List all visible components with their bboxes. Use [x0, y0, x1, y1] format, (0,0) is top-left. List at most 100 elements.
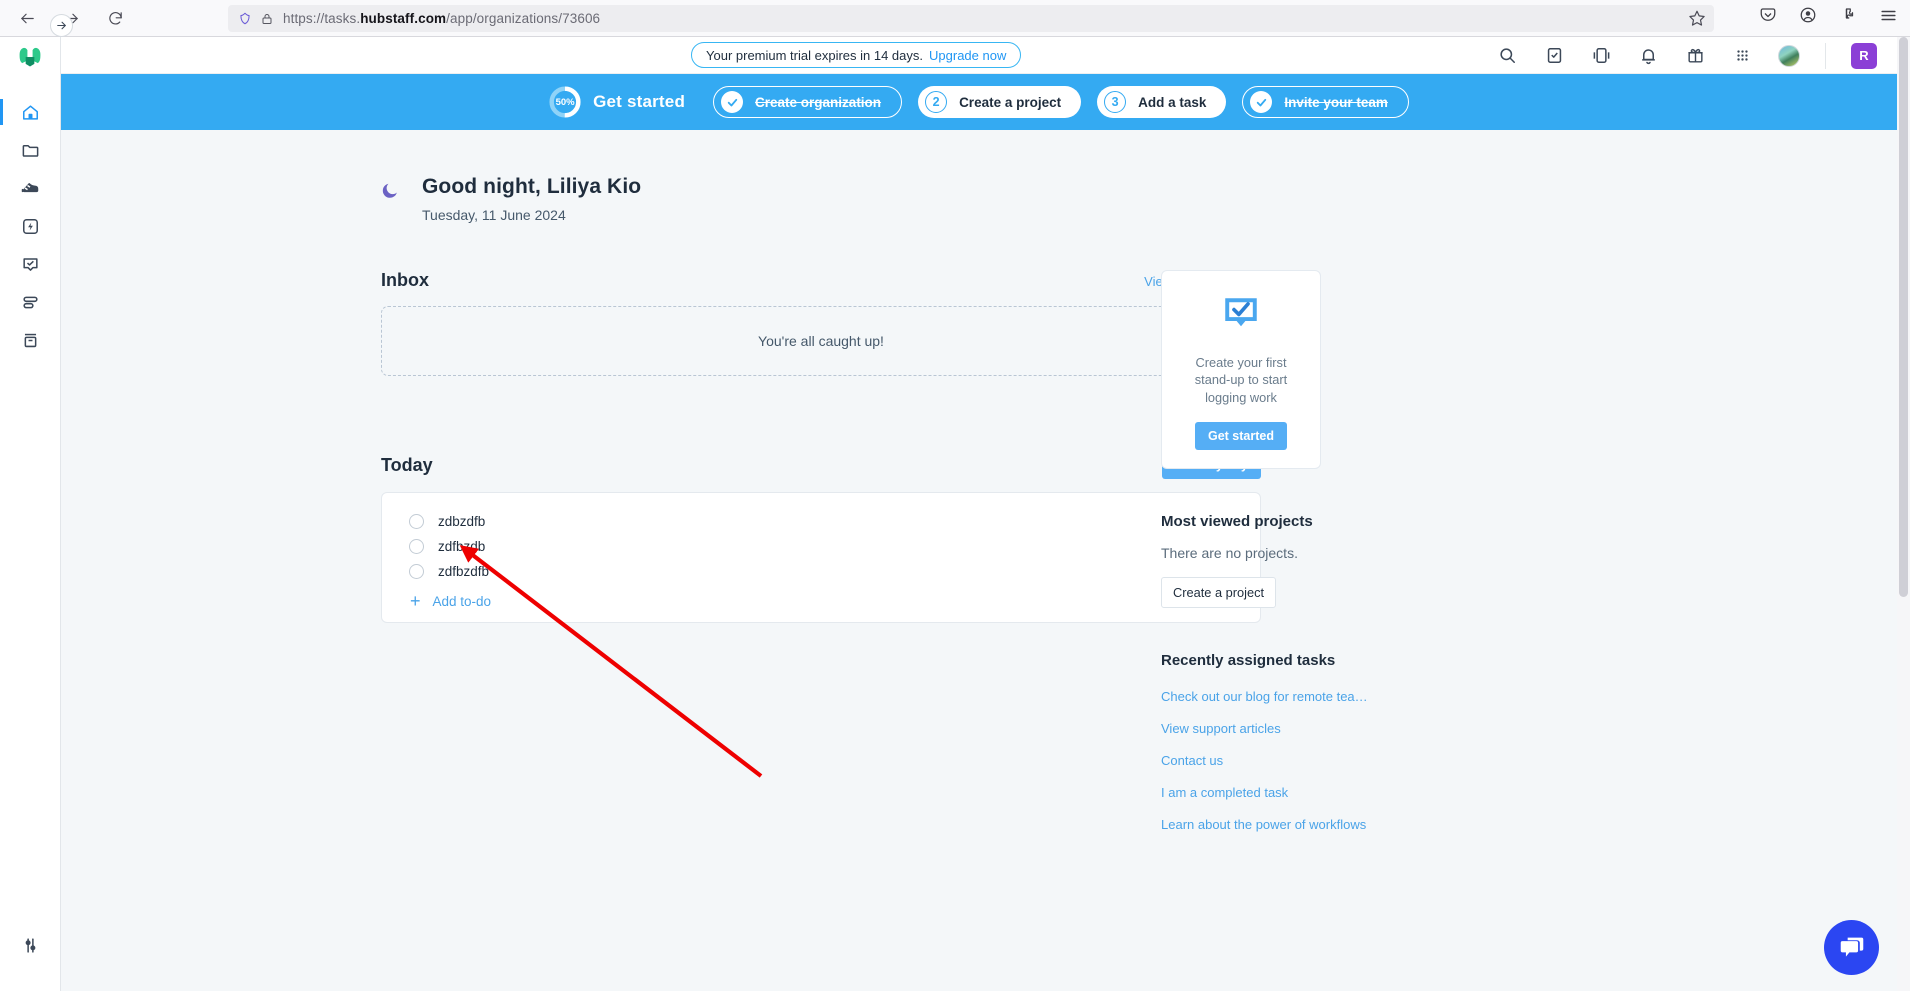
- trial-banner: Your premium trial expires in 14 days. U…: [691, 42, 1022, 68]
- sliders-icon: [25, 937, 35, 953]
- avatar[interactable]: [1778, 44, 1800, 67]
- reload-icon: [108, 11, 122, 24]
- recent-task-link[interactable]: Contact us: [1161, 753, 1491, 768]
- todo-item[interactable]: zdfbzdfb: [382, 559, 1260, 584]
- hubstaff-logo-glyph: [19, 47, 41, 67]
- panel-icon: [1593, 48, 1609, 63]
- hubstaff-logo-icon[interactable]: [16, 44, 44, 75]
- shield-icon: [238, 11, 252, 26]
- pocket-button[interactable]: [1756, 3, 1780, 27]
- step-number: 2: [925, 91, 948, 113]
- pocket-icon: [1760, 8, 1776, 21]
- app-header-actions: R: [1496, 37, 1877, 74]
- sidebar-item-settings[interactable]: [0, 925, 61, 965]
- reload-button[interactable]: [100, 3, 130, 33]
- recently-assigned-tasks-title: Recently assigned tasks: [1161, 651, 1336, 669]
- app-menu-button[interactable]: [1876, 3, 1900, 27]
- onboarding-step-create-project[interactable]: 2 Create a project: [918, 86, 1082, 118]
- add-todo-label: Add to-do: [432, 593, 492, 609]
- chat-support-button[interactable]: [1824, 920, 1879, 975]
- onboarding-step-create-organization[interactable]: Create organization: [713, 86, 903, 118]
- greeting-block: Good night, Liliya Kio Tuesday, 11 June …: [381, 175, 641, 223]
- chat-bubbles-icon: [1840, 937, 1863, 957]
- sidebar-item-reports[interactable]: [0, 321, 61, 359]
- rewards-button[interactable]: [1684, 45, 1706, 67]
- recent-task-link[interactable]: View support articles: [1161, 721, 1491, 736]
- todo-label: zdfbzdfb: [438, 564, 490, 579]
- step-number: 3: [1104, 91, 1127, 113]
- page-title: Good night, Liliya Kio: [422, 175, 642, 198]
- browser-toolbar-right: [1756, 3, 1900, 27]
- todo-label: zdfbzdb: [438, 539, 486, 554]
- sidebar-item-timesheets[interactable]: [0, 283, 61, 321]
- sidebar-item-activity[interactable]: [0, 169, 61, 207]
- add-todo-button[interactable]: + Add to-do: [382, 584, 1260, 610]
- header-divider: [1825, 42, 1826, 69]
- upgrade-now-link[interactable]: Upgrade now: [929, 48, 1006, 63]
- todo-checkbox[interactable]: [409, 514, 424, 529]
- create-a-project-button[interactable]: Create a project: [1161, 576, 1277, 608]
- bolt-box-icon: [22, 218, 38, 234]
- address-bar[interactable]: https://tasks.hubstaff.com/app/organizat…: [228, 5, 1714, 32]
- bookmark-button[interactable]: [1688, 9, 1706, 32]
- todo-item[interactable]: zdbzdfb: [382, 509, 1260, 534]
- todo-item[interactable]: zdfbzdb: [382, 534, 1260, 559]
- user-initial-badge[interactable]: R: [1851, 42, 1877, 69]
- notifications-button[interactable]: [1637, 45, 1659, 67]
- onboarding-step-label: Create a project: [959, 94, 1062, 110]
- rows-icon: [22, 296, 38, 308]
- scrollbar-thumb[interactable]: [1899, 37, 1908, 597]
- projects-empty-text: There are no projects.: [1161, 544, 1298, 561]
- apps-button[interactable]: [1731, 45, 1753, 67]
- recent-task-link[interactable]: I am a completed task: [1161, 785, 1491, 800]
- todo-checkbox[interactable]: [409, 564, 424, 579]
- back-button[interactable]: [12, 3, 42, 33]
- account-button[interactable]: [1796, 3, 1820, 27]
- standup-get-started-button[interactable]: Get started: [1195, 421, 1287, 450]
- secondary-column: Create your first stand-up to start logg…: [1161, 270, 1491, 849]
- greeting-date: Tuesday, 11 June 2024: [422, 207, 566, 223]
- todo-checkbox[interactable]: [409, 539, 424, 554]
- sidebar-item-home[interactable]: [0, 93, 61, 131]
- search-button[interactable]: [1496, 45, 1518, 67]
- tasks-button[interactable]: [1543, 45, 1565, 67]
- today-title: Today: [381, 454, 433, 475]
- standup-chat-check-icon: [1220, 293, 1262, 340]
- extensions-button[interactable]: [1836, 3, 1860, 27]
- check-icon: [1250, 91, 1273, 113]
- inbox-header: Inbox View all notifications: [381, 270, 1261, 291]
- standup-text: Create your first stand-up to start logg…: [1194, 355, 1288, 405]
- moon-glyph: [382, 183, 397, 198]
- todo-label: zdbzdfb: [438, 514, 486, 529]
- recent-task-link[interactable]: Check out our blog for remote tea…: [1161, 689, 1491, 704]
- back-arrow-icon: [20, 13, 34, 23]
- most-viewed-projects-title: Most viewed projects: [1161, 512, 1313, 530]
- inbox-title: Inbox: [381, 270, 429, 290]
- recently-assigned-tasks-section: Recently assigned tasks Check out our bl…: [1161, 652, 1491, 832]
- today-section: Today Plan my day zdbzdfb zdfbzdb zdfbzd…: [381, 451, 1261, 623]
- sidebar-item-standups[interactable]: [0, 245, 61, 283]
- plus-icon: +: [410, 591, 421, 611]
- star-icon: [1689, 10, 1705, 26]
- primary-column: Inbox View all notifications You're all …: [381, 270, 1261, 623]
- sidebar-collapse-button[interactable]: [50, 14, 73, 37]
- panel-toggle-button[interactable]: [1590, 45, 1612, 67]
- folder-icon: [22, 144, 38, 157]
- todo-list-card: zdbzdfb zdfbzdb zdfbzdfb + Add to-do: [381, 492, 1261, 623]
- sidebar-item-projects[interactable]: [0, 131, 61, 169]
- moon-icon: [381, 181, 400, 205]
- onboarding-step-invite-team[interactable]: Invite your team: [1242, 86, 1409, 118]
- standup-card: Create your first stand-up to start logg…: [1161, 270, 1321, 469]
- vertical-scrollbar[interactable]: [1897, 37, 1910, 991]
- standup-glyph: [1225, 298, 1257, 327]
- recent-task-link[interactable]: Learn about the power of workflows: [1161, 817, 1491, 832]
- onboarding-step-add-task[interactable]: 3 Add a task: [1097, 86, 1227, 118]
- home-icon: [22, 104, 38, 120]
- archive-icon: [24, 333, 36, 347]
- account-icon: [1800, 7, 1816, 23]
- sidebar-item-insights[interactable]: [0, 207, 61, 245]
- browser-chrome: https://tasks.hubstaff.com/app/organizat…: [0, 0, 1910, 37]
- gift-icon: [1687, 48, 1703, 63]
- main-content: Good night, Liliya Kio Tuesday, 11 June …: [61, 130, 1897, 991]
- expand-arrow-icon: [57, 21, 66, 30]
